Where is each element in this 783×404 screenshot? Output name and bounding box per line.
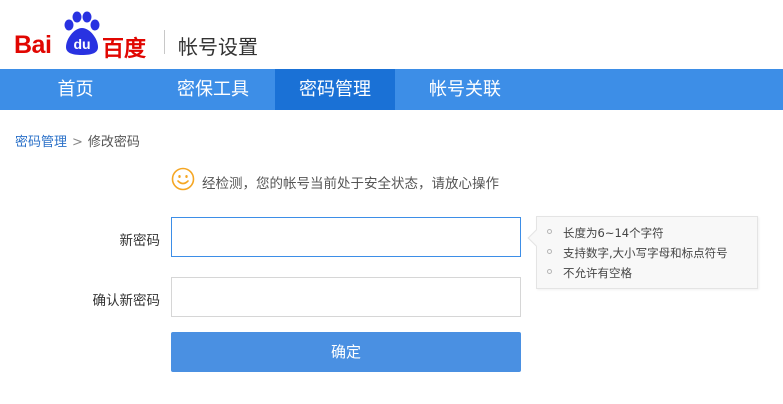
new-password-input[interactable] bbox=[171, 217, 521, 257]
logo-text-bai: Bai bbox=[14, 31, 52, 59]
notice-text: 经检测，您的帐号当前处于安全状态，请放心操作 bbox=[202, 176, 499, 192]
confirm-button[interactable]: 确定 bbox=[171, 332, 521, 372]
tip-item: 不允许有空格 bbox=[547, 265, 632, 281]
password-rules-tooltip: 长度为6~14个字符 支持数字,大小写字母和标点符号 不允许有空格 bbox=[527, 216, 758, 289]
breadcrumb-parent-link[interactable]: 密码管理 bbox=[15, 135, 67, 150]
new-password-label: 新密码 bbox=[119, 233, 161, 249]
bullet-icon bbox=[547, 249, 552, 254]
tip-item: 支持数字,大小写字母和标点符号 bbox=[547, 245, 728, 261]
tip-text-length: 长度为6~14个字符 bbox=[563, 226, 664, 240]
logo-text-baidu-cn: 百度 bbox=[102, 37, 147, 62]
main-nav: 首页 密保工具 密码管理 帐号关联 bbox=[0, 69, 783, 110]
paw-logo-icon: du bbox=[64, 11, 100, 55]
tip-item: 长度为6~14个字符 bbox=[547, 225, 664, 241]
tooltip-arrow bbox=[527, 229, 545, 247]
breadcrumb-separator: > bbox=[72, 135, 83, 150]
bullet-icon bbox=[547, 229, 552, 234]
nav-item-security-tools[interactable]: 密保工具 bbox=[151, 69, 275, 110]
baidu-logo[interactable]: Bai du 百度 bbox=[14, 11, 152, 62]
header: Bai du 百度 帐号设置 bbox=[0, 0, 783, 69]
breadcrumb: 密码管理 > 修改密码 bbox=[15, 131, 140, 150]
breadcrumb-current: 修改密码 bbox=[87, 135, 140, 150]
tip-text-characters: 支持数字,大小写字母和标点符号 bbox=[563, 246, 728, 260]
nav-item-account-linking[interactable]: 帐号关联 bbox=[395, 69, 535, 110]
confirm-password-label: 确认新密码 bbox=[92, 293, 161, 309]
tip-text-no-spaces: 不允许有空格 bbox=[563, 266, 632, 280]
bullet-icon bbox=[547, 269, 552, 274]
page-title: 帐号设置 bbox=[178, 35, 258, 59]
header-divider bbox=[164, 30, 165, 54]
confirm-password-input[interactable] bbox=[171, 277, 521, 317]
nav-item-home[interactable]: 首页 bbox=[0, 69, 151, 110]
logo-paw-text: du bbox=[73, 36, 90, 52]
nav-item-password-management[interactable]: 密码管理 bbox=[275, 69, 395, 110]
smiley-icon bbox=[171, 167, 195, 191]
